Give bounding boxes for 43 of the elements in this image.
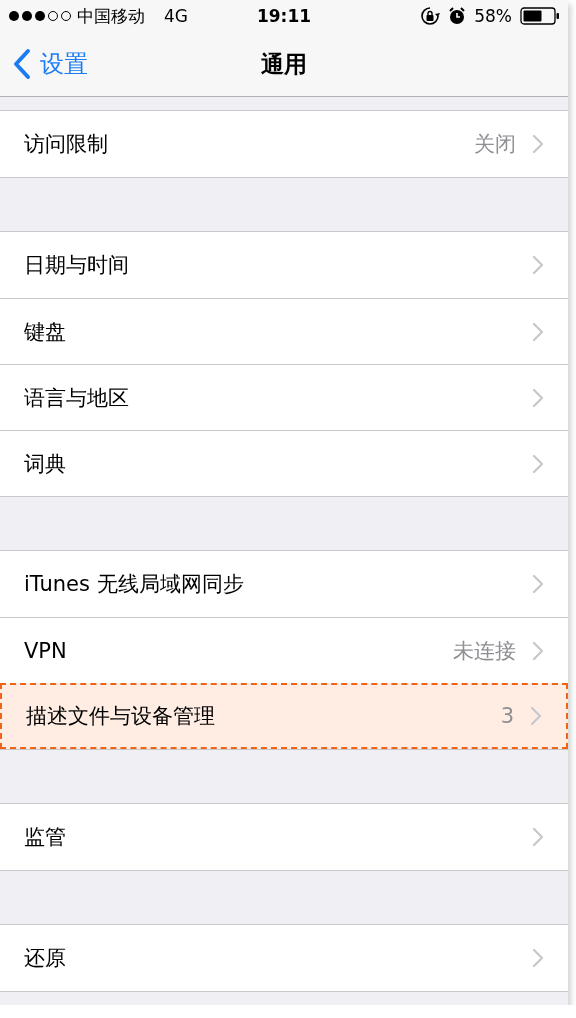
page-title: 通用 [260,49,308,79]
settings-row[interactable]: 访问限制 关闭 [0,111,568,177]
back-chevron-icon [12,48,32,80]
settings-row[interactable]: 语言与地区 [0,364,568,430]
settings-row[interactable]: 还原 [0,925,568,991]
row-label: 语言与地区 [24,384,130,412]
row-label: 还原 [24,945,67,972]
settings-row[interactable]: iTunes 无线局域网同步 [0,551,568,617]
row-label: iTunes 无线局域网同步 [24,571,245,598]
alarm-icon [448,7,467,25]
row-label: 监管 [24,824,67,851]
chevron-icon [532,827,544,847]
status-time: 19:11 [256,6,312,26]
battery-icon [520,7,560,25]
settings-row[interactable]: 日期与时间 [0,232,568,298]
row-label: VPN [24,638,68,663]
settings-row[interactable]: 键盘 [0,298,568,364]
battery-percent: 58% [474,6,512,26]
chevron-icon [532,255,544,275]
row-label: 访问限制 [24,131,109,158]
chevron-icon [532,640,544,661]
signal-icon [8,10,72,22]
carrier-name: 中国移动 [77,4,145,28]
chevron-icon [532,387,544,408]
chevron-icon [532,453,544,474]
row-label: 日期与时间 [24,252,130,279]
row-label: 描述文件与设备管理 [26,703,216,730]
back-button[interactable]: 设置 [0,48,88,80]
chevron-icon [532,948,544,968]
row-value: 未连接 [453,637,516,665]
network-type: 4G [164,6,188,26]
chevron-icon [530,706,542,726]
chevron-icon [532,574,544,594]
row-label: 词典 [24,450,67,478]
row-value: 3 [500,704,514,728]
chevron-icon [532,321,544,342]
row-label: 键盘 [24,318,67,346]
chevron-icon [532,134,544,154]
settings-row[interactable]: 监管 [0,804,568,870]
rotation-lock-icon [420,6,441,26]
row-value: 关闭 [474,131,516,158]
settings-row[interactable]: 词典 [0,430,568,496]
settings-row[interactable]: 描述文件与设备管理 3 [0,683,568,749]
